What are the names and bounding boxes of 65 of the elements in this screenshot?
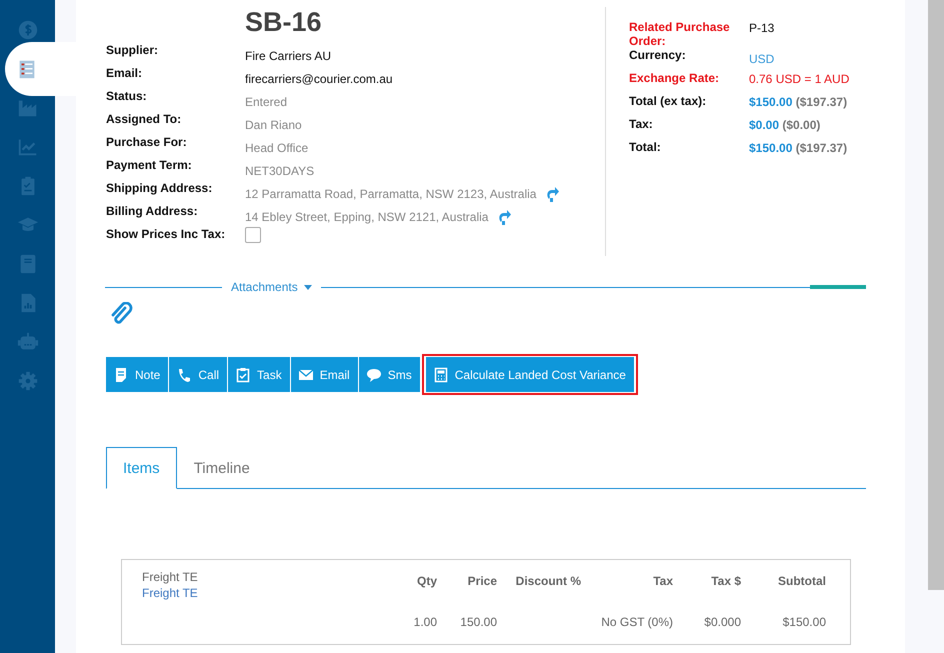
clipboard-icon: [235, 366, 252, 382]
phone-icon: [176, 366, 192, 382]
column-header: Tax: [652, 573, 673, 590]
field-value: Head Office: [245, 140, 308, 154]
redo-arrow-icon[interactable]: [497, 208, 512, 224]
field-label: Purchase For:: [106, 135, 188, 151]
column-header: Tax $: [710, 573, 741, 590]
column-header: Subtotal: [777, 573, 826, 590]
field-value: Dan Riano: [245, 118, 302, 132]
caret-icon: [304, 284, 312, 290]
field-value: $150.00 ($197.37): [749, 95, 848, 111]
table-cell-text: $150.00: [782, 614, 826, 631]
sidebar-item[interactable]: [5, 42, 76, 96]
field-value: $150.00 ($197.37): [749, 141, 848, 157]
table-cell-text: 150.00: [459, 614, 497, 631]
field-label: Payment Term:: [106, 158, 193, 174]
field-label: Exchange Rate:: [629, 71, 720, 87]
note-button[interactable]: Note: [106, 357, 168, 392]
field-value[interactable]: USD: [749, 52, 850, 71]
field-label: Tax:: [629, 117, 654, 133]
redo-arrow-icon[interactable]: [545, 186, 560, 202]
field-value: P-13: [749, 21, 776, 37]
field-value: Fire Carriers AU: [245, 48, 332, 62]
chat-bubble-icon: [366, 366, 382, 382]
field-value: 12 Parramatta Road, Parramatta, NSW 2123, Australia: [245, 186, 536, 200]
field-label: Total (ex tax):: [629, 94, 708, 110]
scrollbar[interactable]: [928, 0, 944, 590]
field-label: Assigned To:: [106, 112, 182, 128]
column-header: Discount %: [514, 573, 581, 590]
field-label: Show Prices Inc Tax:: [106, 227, 226, 243]
column-header: Price: [466, 573, 497, 590]
item-name: Freight TE: [142, 570, 199, 584]
record-title: SB-16: [245, 7, 323, 37]
field-label: Shipping Address:: [106, 181, 214, 197]
settings-icon: [16, 370, 38, 392]
field-label: Related Purchase Order:: [629, 20, 731, 48]
field-value: firecarriers@courier.com.au: [245, 72, 393, 86]
tab[interactable]: Items: [106, 447, 177, 489]
tab[interactable]: Timeline: [176, 447, 267, 489]
item-description[interactable]: Freight TE: [142, 586, 377, 600]
dollar-icon: [16, 19, 38, 41]
call-button[interactable]: Call: [169, 357, 228, 392]
sms-button[interactable]: Sms: [358, 357, 420, 392]
column-header: Qty: [416, 573, 437, 590]
field-label: Billing Address:: [106, 204, 199, 220]
task-button[interactable]: Task: [228, 357, 290, 392]
field-value: NET30DAYS: [245, 164, 314, 178]
checkbox[interactable]: [245, 227, 261, 243]
calculator-icon: [432, 366, 449, 382]
table-cell-text: $0.000: [703, 614, 741, 631]
field-label: Total:: [629, 140, 662, 156]
field-value: $0.00 ($0.00): [749, 118, 822, 134]
calculator-button[interactable]: Calculate Landed Cost Variance: [426, 357, 634, 392]
attachments-toggle[interactable]: Attachments: [222, 280, 321, 294]
email-button[interactable]: Email: [290, 357, 358, 392]
field-label: Currency:: [629, 48, 687, 64]
field-label: Supplier:: [106, 43, 160, 59]
field-label: Email:: [106, 66, 144, 82]
field-value: 14 Ebley Street, Epping, NSW 2121, Australia: [245, 210, 488, 224]
table-cell-text: 1.00: [412, 614, 437, 631]
field-label: Status:: [106, 89, 148, 105]
note-icon: [113, 366, 129, 382]
table-cell-text: No GST (0%): [600, 614, 673, 631]
field-value: 0.76 USD = 1 AUD: [749, 72, 850, 88]
field-value: Entered: [245, 94, 288, 108]
